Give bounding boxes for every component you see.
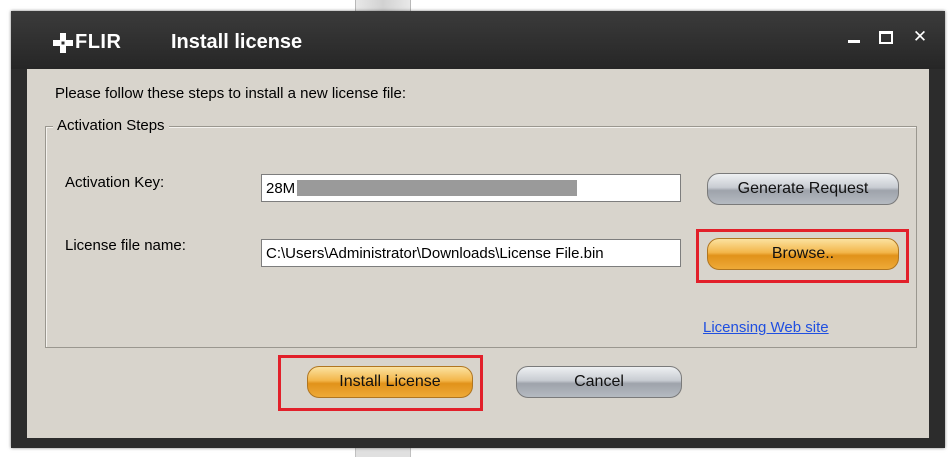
install-highlight-box <box>278 355 483 411</box>
license-file-label: License file name: <box>65 237 186 254</box>
browse-highlight-box <box>696 229 909 283</box>
close-icon: ✕ <box>912 27 928 46</box>
flir-logo-icon <box>53 32 73 53</box>
licensing-web-site-link[interactable]: Licensing Web site <box>703 319 829 336</box>
flir-logo: FLIR <box>53 31 121 54</box>
cancel-button[interactable]: Cancel <box>516 366 682 398</box>
install-license-dialog: FLIR Install license ✕ Please follow the… <box>11 11 945 448</box>
redaction-bar <box>297 180 577 196</box>
instructions-text: Please follow these steps to install a n… <box>55 85 407 102</box>
activation-key-label: Activation Key: <box>65 174 165 191</box>
activation-steps-legend: Activation Steps <box>53 117 169 134</box>
activation-key-value: 28M <box>266 179 296 197</box>
window-title: Install license <box>171 31 303 53</box>
license-file-value: C:\Users\Administrator\Downloads\License… <box>266 244 604 262</box>
license-file-input[interactable]: C:\Users\Administrator\Downloads\License… <box>261 239 681 267</box>
title-bar[interactable]: FLIR Install license ✕ <box>11 11 945 69</box>
minimize-icon <box>848 39 860 43</box>
maximize-button[interactable] <box>873 23 899 51</box>
minimize-button[interactable] <box>841 23 867 51</box>
maximize-icon <box>879 30 893 44</box>
generate-request-button[interactable]: Generate Request <box>707 173 899 205</box>
close-button[interactable]: ✕ <box>907 23 933 51</box>
brand-label: FLIR <box>75 31 122 53</box>
dialog-body: Please follow these steps to install a n… <box>27 69 929 438</box>
